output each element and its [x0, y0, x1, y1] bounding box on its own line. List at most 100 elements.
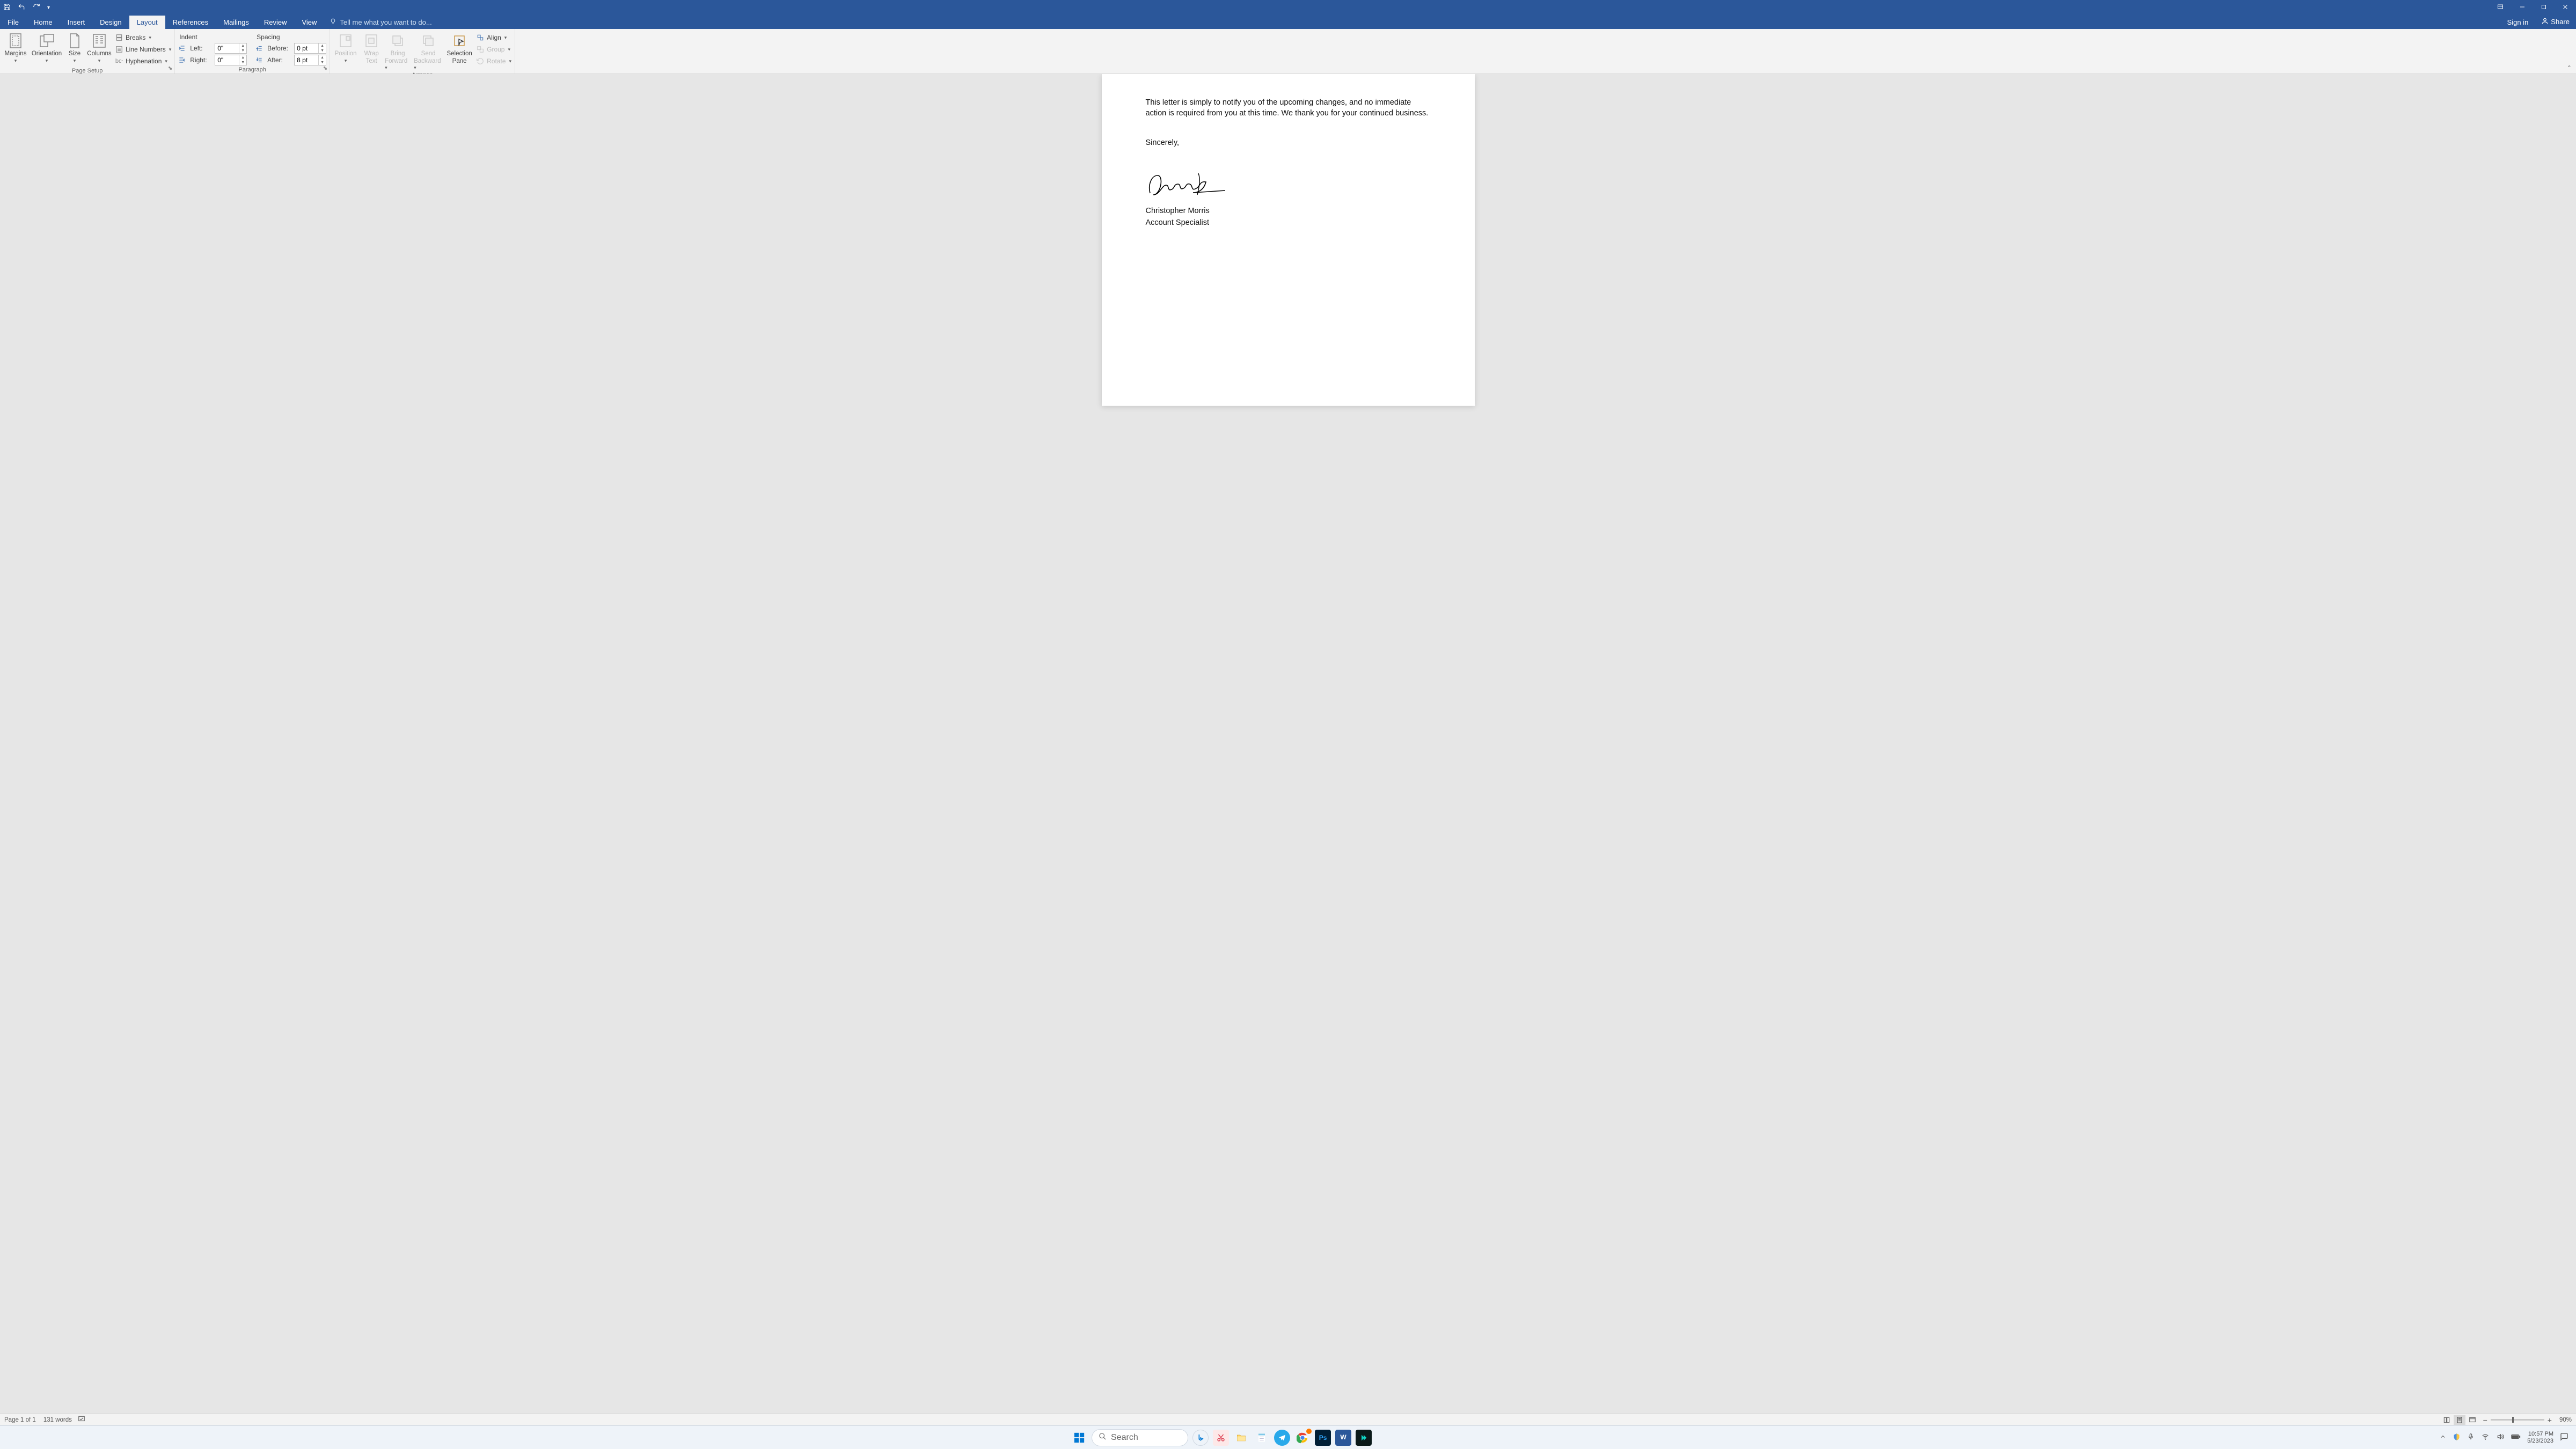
print-layout-button[interactable]: [2454, 1415, 2465, 1425]
spin-up-icon[interactable]: ▲: [239, 43, 246, 48]
selection-pane-button[interactable]: Selection Pane: [446, 31, 473, 64]
zoom-percentage[interactable]: 90%: [2559, 1417, 2572, 1423]
size-button[interactable]: Size ▾: [65, 31, 84, 64]
close-icon[interactable]: [2562, 4, 2568, 12]
zoom-in-button[interactable]: +: [2548, 1416, 2552, 1424]
tab-mailings[interactable]: Mailings: [216, 16, 257, 29]
tab-design[interactable]: Design: [92, 16, 129, 29]
qat-customize-icon[interactable]: ▾: [47, 5, 50, 11]
orientation-button[interactable]: Orientation ▾: [31, 31, 62, 64]
hyphenation-button[interactable]: bc- Hyphenation ▾: [115, 56, 171, 67]
indent-left-spinner[interactable]: ▲▼: [215, 43, 247, 54]
zoom-slider[interactable]: [2491, 1419, 2544, 1421]
send-backward-button[interactable]: Send Backward ▾: [414, 31, 443, 71]
word-icon[interactable]: W: [1335, 1430, 1351, 1446]
bing-icon[interactable]: [1192, 1430, 1209, 1446]
spin-down-icon[interactable]: ▼: [319, 48, 326, 53]
minimize-icon[interactable]: [2519, 4, 2526, 12]
search-placeholder: Search: [1111, 1433, 1138, 1443]
indent-left-input[interactable]: [215, 45, 239, 52]
document-workspace[interactable]: This letter is simply to notify you of t…: [0, 74, 2576, 1414]
spacing-after-spinner[interactable]: ▲▼: [294, 55, 326, 65]
margins-button[interactable]: Margins ▾: [3, 31, 28, 64]
spin-up-icon[interactable]: ▲: [319, 43, 326, 48]
notepad-icon[interactable]: [1254, 1430, 1270, 1446]
tell-me-search[interactable]: Tell me what you want to do...: [324, 15, 437, 29]
snipping-tool-icon[interactable]: [1213, 1430, 1229, 1446]
document-paragraph[interactable]: This letter is simply to notify you of t…: [1146, 98, 1431, 119]
chevron-down-icon: ▾: [14, 58, 17, 64]
sign-in-button[interactable]: Sign in: [2501, 16, 2535, 29]
position-label: Position: [335, 50, 357, 57]
start-button[interactable]: [1071, 1430, 1087, 1446]
telegram-icon[interactable]: [1274, 1430, 1290, 1446]
spin-down-icon[interactable]: ▼: [239, 48, 246, 53]
windows-taskbar: Search Ps W 10:57 PM 5/23/2023: [0, 1425, 2576, 1449]
signature-name[interactable]: Christopher Morris: [1146, 207, 1431, 215]
wifi-icon[interactable]: [2481, 1433, 2490, 1442]
group-arrange: Position ▾ Wrap Text Bring Forward ▾ Sen…: [330, 29, 515, 74]
zoom-out-button[interactable]: −: [2483, 1416, 2487, 1424]
document-closing[interactable]: Sincerely,: [1146, 138, 1431, 149]
microphone-icon[interactable]: [2467, 1432, 2475, 1443]
notifications-icon[interactable]: [2560, 1432, 2568, 1443]
spacing-before-spinner[interactable]: ▲▼: [294, 43, 326, 54]
chevron-down-icon: ▾: [46, 58, 48, 64]
security-icon[interactable]: [2453, 1433, 2461, 1443]
tab-home[interactable]: Home: [26, 16, 60, 29]
read-mode-button[interactable]: [2441, 1415, 2453, 1425]
tab-layout[interactable]: Layout: [129, 16, 165, 29]
collapse-ribbon-icon[interactable]: ⌃: [2567, 64, 2572, 71]
bring-forward-button[interactable]: Bring Forward ▾: [385, 31, 411, 71]
filmora-icon[interactable]: [1356, 1430, 1372, 1446]
rotate-button[interactable]: Rotate ▾: [476, 56, 511, 67]
ribbon-display-options-icon[interactable]: [2497, 4, 2504, 12]
size-label: Size: [69, 50, 80, 57]
paragraph-launcher-icon[interactable]: ⬊: [323, 65, 327, 71]
tab-references[interactable]: References: [165, 16, 216, 29]
wrap-text-button[interactable]: Wrap Text: [361, 31, 382, 64]
word-count[interactable]: 131 words: [43, 1417, 72, 1423]
signature-title[interactable]: Account Specialist: [1146, 218, 1431, 227]
save-icon[interactable]: [3, 3, 11, 12]
document-page[interactable]: This letter is simply to notify you of t…: [1102, 74, 1475, 406]
tab-review[interactable]: Review: [257, 16, 295, 29]
volume-icon[interactable]: [2496, 1433, 2505, 1442]
share-button[interactable]: Share: [2535, 14, 2576, 29]
align-button[interactable]: Align ▾: [476, 32, 511, 43]
spin-up-icon[interactable]: ▲: [239, 55, 246, 60]
clock[interactable]: 10:57 PM 5/23/2023: [2527, 1431, 2553, 1444]
indent-right-input[interactable]: [215, 56, 239, 64]
tab-view[interactable]: View: [294, 16, 324, 29]
indent-right-label: Right:: [190, 56, 211, 64]
line-numbers-button[interactable]: Line Numbers ▾: [115, 44, 171, 55]
spin-down-icon[interactable]: ▼: [239, 60, 246, 65]
breaks-button[interactable]: Breaks ▾: [115, 32, 171, 43]
chrome-icon[interactable]: [1294, 1430, 1311, 1446]
tab-insert[interactable]: Insert: [60, 16, 93, 29]
spacing-before-icon: [255, 45, 264, 52]
page-indicator[interactable]: Page 1 of 1: [4, 1417, 36, 1423]
spacing-after-input[interactable]: [295, 56, 318, 64]
signature-image[interactable]: [1146, 169, 1431, 201]
spelling-icon[interactable]: [77, 1415, 86, 1424]
group-label: Paragraph: [178, 65, 326, 75]
redo-icon[interactable]: [32, 3, 41, 12]
page-setup-launcher-icon[interactable]: ⬊: [168, 65, 172, 71]
spacing-before-input[interactable]: [295, 45, 318, 52]
indent-right-spinner[interactable]: ▲▼: [215, 55, 247, 65]
tray-overflow-icon[interactable]: [2440, 1433, 2446, 1441]
position-button[interactable]: Position ▾: [333, 31, 358, 64]
taskbar-search[interactable]: Search: [1092, 1429, 1188, 1446]
tab-file[interactable]: File: [0, 16, 26, 29]
spin-up-icon[interactable]: ▲: [319, 55, 326, 60]
group-objects-button[interactable]: Group ▾: [476, 44, 511, 55]
undo-icon[interactable]: [17, 3, 26, 12]
columns-button[interactable]: Columns ▾: [87, 31, 112, 64]
maximize-icon[interactable]: [2541, 4, 2547, 12]
web-layout-button[interactable]: [2467, 1415, 2478, 1425]
spin-down-icon[interactable]: ▼: [319, 60, 326, 65]
photoshop-icon[interactable]: Ps: [1315, 1430, 1331, 1446]
file-explorer-icon[interactable]: [1233, 1430, 1249, 1446]
battery-icon[interactable]: [2511, 1433, 2521, 1441]
